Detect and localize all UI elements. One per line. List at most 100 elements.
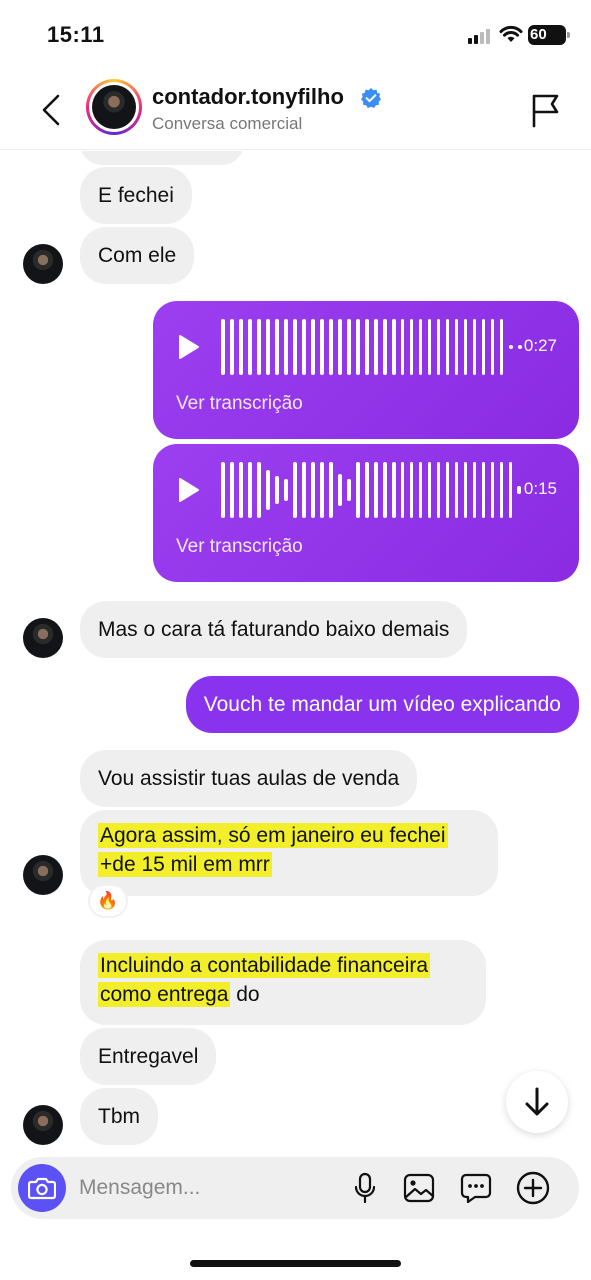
waveform-bar <box>274 319 279 375</box>
waveform-bar <box>436 462 441 518</box>
message-bubble[interactable]: Com ele <box>80 227 195 284</box>
waveform-bar <box>382 462 387 518</box>
status-bar: 15:11 60 <box>0 0 591 70</box>
waveform-bar <box>328 319 333 375</box>
stickers-button[interactable] <box>458 1170 494 1206</box>
waveform-bar <box>499 462 504 518</box>
message-bubble[interactable]: Entregavel <box>80 1028 217 1085</box>
waveform-bar <box>364 319 369 375</box>
waveform-bar <box>346 319 351 375</box>
message-thread[interactable]: E fechei Com ele 0:27 Ver transcrição 0:… <box>0 151 591 1156</box>
waveform-bar <box>454 319 459 375</box>
message-text: Vouch te mandar um vídeo explicando <box>203 692 561 716</box>
message-bubble[interactable]: Agora assim, só em janeiro eu fechei +de… <box>80 810 498 896</box>
waveform-bar <box>490 319 495 375</box>
chat-header: contador.tonyfilho Conversa comercial <box>0 70 591 150</box>
message-composer <box>11 1157 579 1219</box>
play-icon[interactable] <box>177 477 201 503</box>
audio-waveform[interactable] <box>221 318 522 376</box>
contact-avatar[interactable] <box>86 79 142 135</box>
waveform-bar <box>346 479 351 501</box>
status-time: 15:11 <box>47 22 105 47</box>
waveform-bar <box>481 319 486 375</box>
waveform-bar <box>445 462 450 518</box>
waveform-bar <box>490 462 495 518</box>
camera-button[interactable] <box>18 1164 66 1212</box>
view-transcription-link[interactable]: Ver transcrição <box>176 536 303 558</box>
message-text: Tbm <box>98 1104 140 1128</box>
sender-avatar[interactable] <box>23 618 63 658</box>
message-text: Mas o cara tá faturando baixo demais <box>98 617 450 641</box>
audio-waveform[interactable] <box>221 461 522 519</box>
scroll-to-bottom-button[interactable] <box>506 1071 568 1133</box>
message-bubble[interactable]: Mas o cara tá faturando baixo demais <box>80 601 468 658</box>
waveform-bar <box>355 462 360 518</box>
waveform-bar <box>427 319 432 375</box>
contact-username[interactable]: contador.tonyfilho <box>152 84 344 110</box>
back-arrow-icon[interactable] <box>36 90 66 130</box>
waveform-bar <box>409 462 414 518</box>
waveform-bar <box>328 462 333 518</box>
waveform-bar <box>221 319 225 375</box>
waveform-bar <box>418 462 423 518</box>
waveform-bar <box>427 462 432 518</box>
message-bubble[interactable]: E fechei <box>80 167 192 224</box>
view-transcription-link[interactable]: Ver transcrição <box>176 393 303 415</box>
message-bubble-partial <box>80 151 244 165</box>
waveform-bar <box>310 319 315 375</box>
waveform-bar <box>472 462 477 518</box>
flag-icon[interactable] <box>530 92 562 128</box>
message-bubble[interactable]: Vou assistir tuas aulas de venda <box>80 750 418 807</box>
play-icon[interactable] <box>177 334 201 360</box>
waveform-bar <box>238 462 243 518</box>
sender-avatar[interactable] <box>23 855 63 895</box>
fire-reaction[interactable]: 🔥 <box>88 884 128 918</box>
waveform-bar <box>373 462 378 518</box>
waveform-bar <box>265 319 270 375</box>
sender-avatar[interactable] <box>23 244 63 284</box>
message-text-highlighted: +de 15 mil em mrr <box>98 852 272 877</box>
waveform-bar <box>238 319 243 375</box>
gallery-button[interactable] <box>401 1170 437 1206</box>
message-input[interactable] <box>79 1171 329 1205</box>
waveform-bar <box>508 462 513 518</box>
message-text: Com ele <box>98 243 177 267</box>
message-text-highlighted: Incluindo a contabilidade financeira <box>98 953 431 978</box>
voice-message[interactable]: 0:15 Ver transcrição <box>153 444 579 582</box>
waveform-bar <box>265 470 270 510</box>
audio-duration: 0:15 <box>523 479 557 498</box>
waveform-bar <box>499 319 504 375</box>
waveform-bar <box>364 462 369 518</box>
waveform-bar <box>247 319 252 375</box>
waveform-bar <box>283 319 288 375</box>
sender-avatar[interactable] <box>23 1105 63 1145</box>
message-text-highlighted: Agora assim, só em janeiro eu fechei <box>98 823 448 848</box>
more-options-button[interactable] <box>515 1170 551 1206</box>
waveform-bar <box>229 462 234 518</box>
waveform-bar <box>319 319 324 375</box>
waveform-bar <box>229 319 234 375</box>
waveform-bar <box>391 319 396 375</box>
waveform-bar <box>274 476 279 504</box>
waveform-bar <box>310 462 315 518</box>
voice-message[interactable]: 0:27 Ver transcrição <box>153 301 579 439</box>
waveform-bar <box>454 462 459 518</box>
waveform-bar <box>400 319 405 375</box>
message-bubble-outgoing[interactable]: Vouch te mandar um vídeo explicando <box>185 676 579 733</box>
waveform-bar <box>445 319 450 375</box>
message-bubble[interactable]: Incluindo a contabilidade financeira com… <box>80 940 486 1025</box>
audio-duration: 0:27 <box>523 336 557 355</box>
voice-record-button[interactable] <box>347 1170 383 1206</box>
home-indicator <box>190 1260 401 1267</box>
microphone-icon <box>354 1172 376 1204</box>
message-bubble[interactable]: Tbm <box>80 1088 158 1145</box>
waveform-bar <box>382 319 387 375</box>
message-text: E fechei <box>98 183 174 207</box>
waveform-bar <box>221 462 225 518</box>
plus-circle-icon <box>516 1171 550 1205</box>
waveform-bar <box>337 319 342 375</box>
waveform-bar <box>319 462 324 518</box>
message-text: do <box>230 983 260 1006</box>
arrow-down-icon <box>525 1087 549 1116</box>
waveform-bar <box>391 462 396 518</box>
